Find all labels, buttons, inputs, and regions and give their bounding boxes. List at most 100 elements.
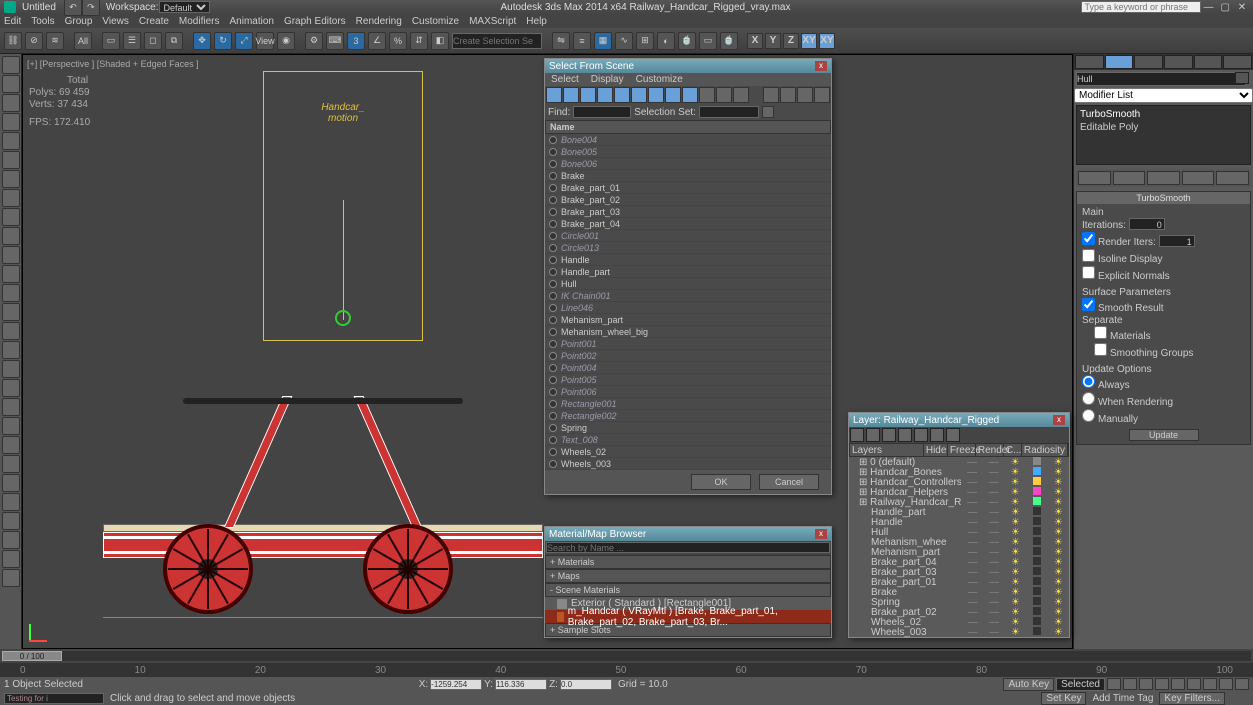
tab-create-icon[interactable] [1075,55,1104,69]
scene-item[interactable]: Wheels_02 [545,446,831,458]
menu-rendering[interactable]: Rendering [356,16,402,27]
left-icon[interactable] [2,436,20,454]
smooth-result-check[interactable] [1082,298,1095,311]
coord-y-input[interactable] [495,679,547,690]
maximize-icon[interactable]: ▢ [1218,2,1232,13]
left-icon[interactable] [2,455,20,473]
schematic-icon[interactable]: ⊞ [636,32,654,50]
left-icon[interactable] [2,208,20,226]
scene-item[interactable]: Bone005 [545,146,831,158]
mirror-icon[interactable]: ⇋ [552,32,570,50]
explicit-check[interactable] [1082,266,1095,279]
undo-icon[interactable]: ↶ [64,0,82,16]
layer-row[interactable]: Wheels_02——☀☀ [849,617,1069,627]
coord-x-input[interactable] [430,679,482,690]
layer-row[interactable]: Brake_part_04——☀☀ [849,557,1069,567]
scene-object-list[interactable]: Bone004Bone005Bone006BrakeBrake_part_01B… [545,134,831,470]
material-search-input[interactable] [546,542,830,553]
scene-item[interactable]: Point005 [545,374,831,386]
modifier-stack[interactable]: TurboSmooth Editable Poly [1076,105,1251,165]
selection-filter-icon[interactable]: All [74,32,92,50]
scene-item[interactable]: Circle013 [545,242,831,254]
nav-zoom-icon[interactable] [1187,678,1201,690]
scene-item[interactable]: Point004 [545,362,831,374]
select-link-icon[interactable]: ⛓ [4,32,22,50]
layer-row[interactable]: Brake_part_03——☀☀ [849,567,1069,577]
filter-invert-icon[interactable] [733,87,749,103]
menu-graph-editors[interactable]: Graph Editors [284,16,346,27]
left-icon[interactable] [2,360,20,378]
material-item-selected[interactable]: m_Handcar ( VRayMtl ) [Brake, Brake_part… [545,610,831,623]
axis-z[interactable]: Z [783,33,799,49]
scene-item[interactable]: Brake_part_01 [545,182,831,194]
select-object-icon[interactable]: ▭ [102,32,120,50]
ref-coord-icon[interactable]: View [256,32,274,50]
layer-row[interactable]: ⊞ 0 (default)——☀☀ [849,457,1069,467]
redo-icon[interactable]: ↷ [82,0,100,16]
layer-row[interactable]: Wheels_003——☀☀ [849,627,1069,637]
filter-spacewarps-icon[interactable] [631,87,647,103]
menu-group[interactable]: Group [65,16,93,27]
select-all-icon[interactable] [797,87,813,103]
scene-item[interactable]: Point006 [545,386,831,398]
left-icon[interactable] [2,379,20,397]
setkey-button[interactable]: Set Key [1041,692,1086,705]
axis-x[interactable]: X [747,33,763,49]
scene-item[interactable]: Circle001 [545,230,831,242]
isoline-check[interactable] [1082,249,1095,262]
expand-icon[interactable] [763,87,779,103]
layer-row[interactable]: Spring——☀☀ [849,597,1069,607]
menu-tools[interactable]: Tools [31,16,54,27]
workspace-selector[interactable]: Default [159,1,210,13]
modifier-list-dropdown[interactable]: Modifier List [1074,88,1253,103]
tab-modify-icon[interactable] [1105,55,1134,69]
filter-none-icon[interactable] [716,87,732,103]
scene-item[interactable]: Brake_part_03 [545,206,831,218]
dlg-menu-customize[interactable]: Customize [636,74,683,85]
tab-display-icon[interactable] [1194,55,1223,69]
scene-item[interactable]: Spring [545,422,831,434]
left-icon[interactable] [2,113,20,131]
layer-list[interactable]: ⊞ 0 (default)——☀☀⊞ Handcar_Bones——☀☀⊞ Ha… [849,457,1069,637]
axis-xy[interactable]: XY [801,33,817,49]
left-icon[interactable] [2,493,20,511]
selset-input[interactable] [699,106,759,118]
left-icon[interactable] [2,341,20,359]
left-icon[interactable] [2,303,20,321]
window-crossing-icon[interactable]: ⧉ [165,32,183,50]
keyboard-icon[interactable]: ⌨ [326,32,344,50]
filter-geometry-icon[interactable] [546,87,562,103]
time-slider[interactable]: 0 / 100 [0,649,1253,663]
filter-shapes-icon[interactable] [563,87,579,103]
menu-help[interactable]: Help [526,16,547,27]
name-column-header[interactable]: Name [545,120,831,134]
layer-row[interactable]: Brake_part_01——☀☀ [849,577,1069,587]
layer-row[interactable]: ⊞ Railway_Handcar_R...——☀☀ [849,497,1069,507]
update-render-radio[interactable] [1082,392,1095,405]
left-icon[interactable] [2,398,20,416]
material-browser-dialog[interactable]: Material/Map Browserx + Materials + Maps… [544,526,832,638]
percent-snap-icon[interactable]: % [389,32,407,50]
layer-row[interactable]: Mehanism_whee——☀☀ [849,537,1069,547]
section-scene-materials[interactable]: - Scene Materials [545,583,831,597]
select-name-icon[interactable]: ☰ [123,32,141,50]
align-icon[interactable]: ≡ [573,32,591,50]
close-icon[interactable]: x [1053,415,1065,425]
menu-maxscript[interactable]: MAXScript [469,16,516,27]
layer-row[interactable]: ⊞ Handcar_Helpers——☀☀ [849,487,1069,497]
left-icon[interactable] [2,550,20,568]
layer-row[interactable]: Handle_part——☀☀ [849,507,1069,517]
scene-item[interactable]: Point001 [545,338,831,350]
object-color-swatch[interactable] [1235,72,1249,84]
render-icon[interactable]: 🍵 [720,32,738,50]
iterations-spinner[interactable]: 0 [1129,218,1165,230]
axis-xy2[interactable]: XY [819,33,835,49]
filter-groups-icon[interactable] [648,87,664,103]
sep-groups-check[interactable] [1094,343,1107,356]
left-icon[interactable] [2,246,20,264]
update-button[interactable]: Update [1129,429,1199,441]
scene-item[interactable]: Brake_part_04 [545,218,831,230]
bind-icon[interactable]: ≋ [46,32,64,50]
layers-icon[interactable]: ▦ [594,32,612,50]
maxscript-mini-listener[interactable] [4,693,104,704]
